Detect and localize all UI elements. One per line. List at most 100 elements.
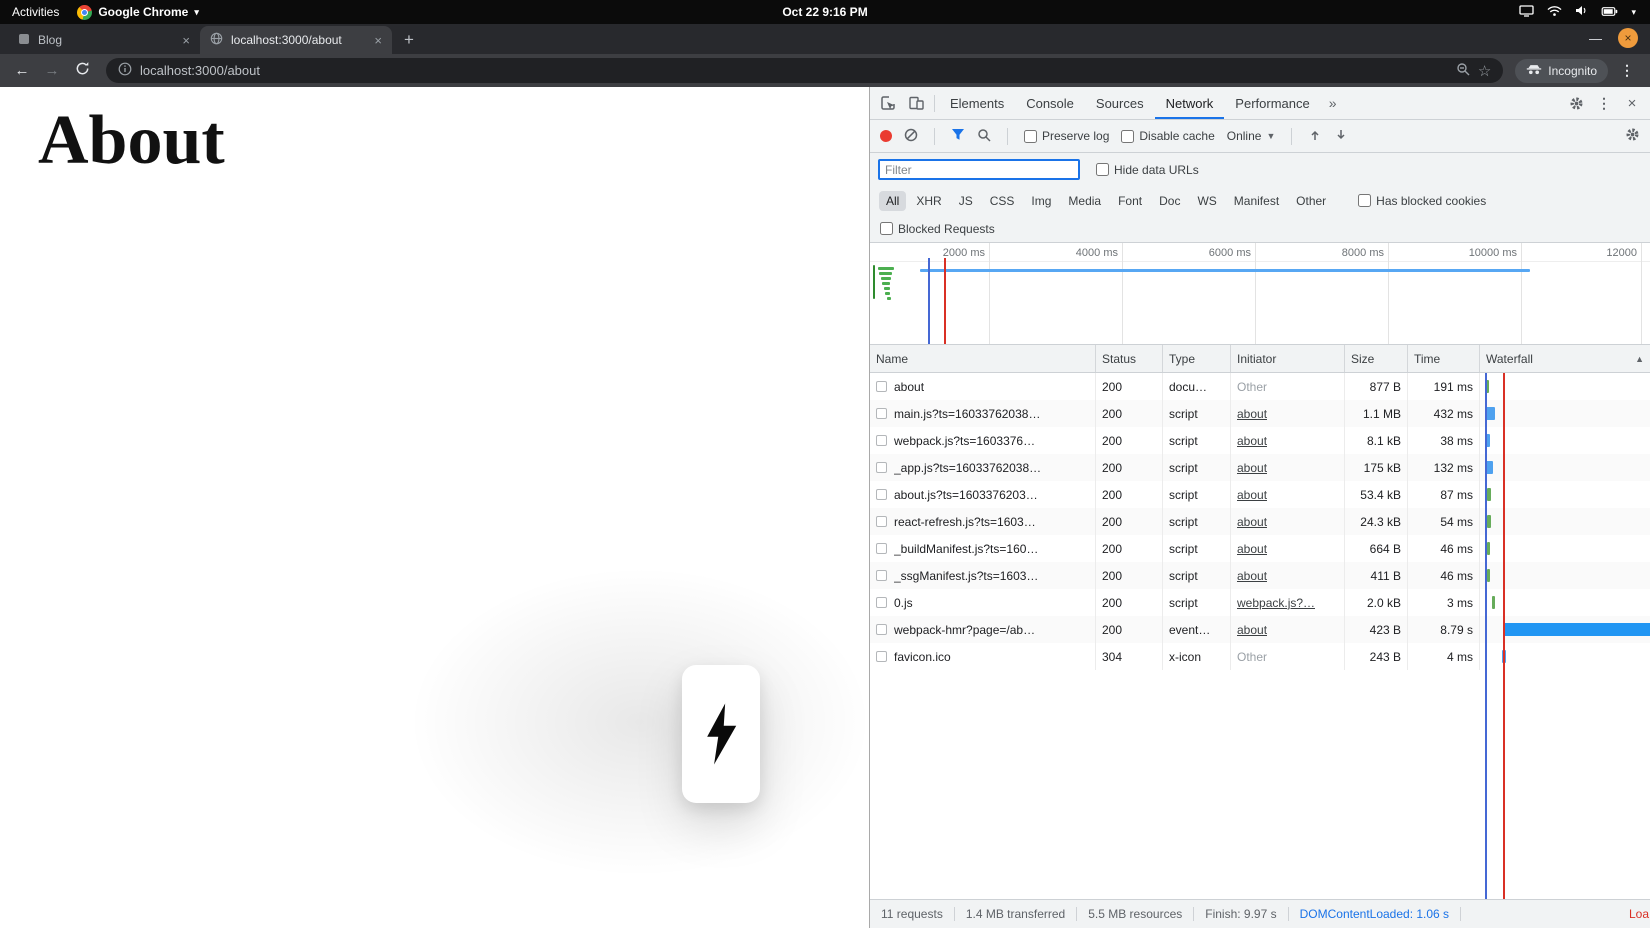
tab-blog[interactable]: Blog × — [8, 26, 200, 54]
disable-cache-checkbox[interactable]: Disable cache — [1121, 129, 1215, 143]
network-overview[interactable]: 2000 ms 4000 ms 6000 ms 8000 ms 10000 ms 1200… — [870, 243, 1650, 345]
network-table-row[interactable]: 0.js 200 script webpack.js?… 2.0 kB 3 ms — [870, 589, 1650, 616]
tab-localhost-about[interactable]: localhost:3000/about × — [200, 26, 392, 54]
zoom-icon[interactable] — [1456, 62, 1470, 79]
hide-data-urls-checkbox[interactable]: Hide data URLs — [1096, 163, 1199, 177]
filter-type-font[interactable]: Font — [1111, 191, 1149, 211]
blocked-requests-input[interactable] — [880, 222, 893, 235]
device-toolbar-icon[interactable] — [902, 87, 930, 119]
devtools-tab-network[interactable]: Network — [1155, 87, 1225, 119]
filter-funnel-icon[interactable] — [951, 128, 965, 144]
devtools-settings-gear-icon[interactable] — [1562, 87, 1590, 119]
search-icon[interactable] — [977, 128, 991, 145]
network-settings-gear-icon[interactable] — [1625, 127, 1640, 145]
column-header-type[interactable]: Type — [1163, 345, 1231, 372]
globe-favicon-icon — [210, 32, 223, 48]
network-table-row[interactable]: webpack.js?ts=1603376… 200 script about 8.1 … — [870, 427, 1650, 454]
devtools-tab-performance[interactable]: Performance — [1224, 87, 1320, 119]
window-minimize-button[interactable]: — — [1589, 31, 1602, 46]
export-har-icon[interactable] — [1334, 128, 1348, 145]
display-icon[interactable] — [1519, 4, 1535, 20]
filter-type-js[interactable]: JS — [952, 191, 980, 211]
bookmark-star-icon[interactable]: ☆ — [1478, 62, 1491, 80]
reload-button[interactable] — [70, 61, 94, 80]
initiator-link[interactable]: about — [1237, 542, 1267, 556]
network-table-row[interactable]: _buildManifest.js?ts=160… 200 script about 6… — [870, 535, 1650, 562]
wifi-icon[interactable] — [1547, 5, 1562, 20]
filter-type-all[interactable]: All — [879, 190, 907, 211]
initiator-link[interactable]: about — [1237, 623, 1267, 637]
column-header-waterfall[interactable]: Waterfall ▲ — [1480, 345, 1650, 372]
volume-icon[interactable] — [1575, 5, 1588, 19]
devtools-tab-console[interactable]: Console — [1015, 87, 1085, 119]
devtools-tab-sources[interactable]: Sources — [1085, 87, 1155, 119]
filter-type-other[interactable]: Other — [1289, 191, 1333, 211]
lightning-indicator-card[interactable] — [682, 665, 760, 803]
filter-type-manifest[interactable]: Manifest — [1227, 191, 1286, 211]
column-header-initiator[interactable]: Initiator — [1231, 345, 1345, 372]
throttling-dropdown[interactable]: Online ▼ — [1227, 129, 1276, 143]
clear-icon[interactable] — [904, 128, 918, 145]
waterfall-cell — [1480, 616, 1650, 643]
initiator-link[interactable]: about — [1237, 461, 1267, 475]
chevron-down-icon: ▾ — [194, 6, 199, 17]
new-tab-button[interactable]: + — [396, 27, 422, 53]
address-bar[interactable]: localhost:3000/about ☆ — [106, 58, 1504, 83]
network-table-row[interactable]: about.js?ts=1603376203… 200 script about 53.… — [870, 481, 1650, 508]
network-table-row[interactable]: webpack-hmr?page=/ab… 200 event… about 423 B… — [870, 616, 1650, 643]
network-table-row[interactable]: react-refresh.js?ts=1603… 200 script about 2… — [870, 508, 1650, 535]
column-header-time[interactable]: Time — [1408, 345, 1480, 372]
network-table-row[interactable]: about 200 docu… Other 877 B 191 ms — [870, 373, 1650, 400]
name-cell: _buildManifest.js?ts=160… — [870, 535, 1096, 562]
initiator-link[interactable]: about — [1237, 434, 1267, 448]
browser-menu-icon[interactable]: ⋮ — [1614, 62, 1640, 79]
devtools-menu-icon[interactable]: ⋮ — [1590, 87, 1618, 119]
devtools-close-icon[interactable]: × — [1618, 87, 1646, 119]
resource-type-icon — [876, 462, 887, 473]
preserve-log-input[interactable] — [1024, 129, 1037, 143]
network-table-row[interactable]: _app.js?ts=16033762038… 200 script about 175… — [870, 454, 1650, 481]
site-info-icon[interactable] — [118, 62, 132, 79]
chevron-down-icon[interactable]: ▾ — [1631, 7, 1636, 18]
inspect-element-icon[interactable] — [874, 87, 902, 119]
initiator-link[interactable]: about — [1237, 488, 1267, 502]
request-status: 200 — [1096, 562, 1163, 589]
initiator-link[interactable]: about — [1237, 569, 1267, 583]
column-header-name[interactable]: Name — [870, 345, 1096, 372]
preserve-log-checkbox[interactable]: Preserve log — [1024, 129, 1109, 143]
window-close-button[interactable]: × — [1618, 28, 1638, 48]
filter-type-doc[interactable]: Doc — [1152, 191, 1187, 211]
filter-type-ws[interactable]: WS — [1190, 191, 1223, 211]
back-button[interactable]: ← — [10, 62, 34, 79]
app-menu[interactable]: Google Chrome ▾ — [77, 4, 199, 20]
devtools-tab-elements[interactable]: Elements — [939, 87, 1015, 119]
network-table-row[interactable]: favicon.ico 304 x-icon Other 243 B4 ms — [870, 643, 1650, 670]
filter-type-media[interactable]: Media — [1061, 191, 1108, 211]
has-blocked-cookies-checkbox[interactable]: Has blocked cookies — [1358, 194, 1486, 208]
battery-icon[interactable] — [1601, 5, 1618, 19]
more-tabs-icon[interactable]: » — [1321, 87, 1345, 119]
blocked-requests-checkbox[interactable]: Blocked Requests — [880, 222, 995, 236]
filter-type-xhr[interactable]: XHR — [909, 191, 948, 211]
column-header-size[interactable]: Size — [1345, 345, 1408, 372]
initiator-link[interactable]: about — [1237, 515, 1267, 529]
filter-type-img[interactable]: Img — [1024, 191, 1058, 211]
tab-close-icon[interactable]: × — [182, 33, 190, 48]
disable-cache-input[interactable] — [1121, 129, 1135, 143]
filter-type-css[interactable]: CSS — [983, 191, 1022, 211]
activities-button[interactable]: Activities — [12, 5, 59, 19]
column-header-status[interactable]: Status — [1096, 345, 1163, 372]
network-table-row[interactable]: _ssgManifest.js?ts=1603… 200 script about 41… — [870, 562, 1650, 589]
hide-data-urls-input[interactable] — [1096, 163, 1109, 176]
clock[interactable]: Oct 22 9:16 PM — [782, 5, 867, 19]
import-har-icon[interactable] — [1308, 128, 1322, 145]
has-blocked-cookies-input[interactable] — [1358, 194, 1372, 207]
network-table-row[interactable]: main.js?ts=16033762038… 200 script about 1.1… — [870, 400, 1650, 427]
initiator-link[interactable]: webpack.js?… — [1237, 596, 1315, 610]
request-time: 191 ms — [1408, 373, 1480, 400]
forward-button[interactable]: → — [40, 62, 64, 79]
filter-input[interactable] — [878, 159, 1080, 180]
tab-close-icon[interactable]: × — [374, 33, 382, 48]
initiator-link[interactable]: about — [1237, 407, 1267, 421]
record-button[interactable] — [880, 130, 892, 142]
